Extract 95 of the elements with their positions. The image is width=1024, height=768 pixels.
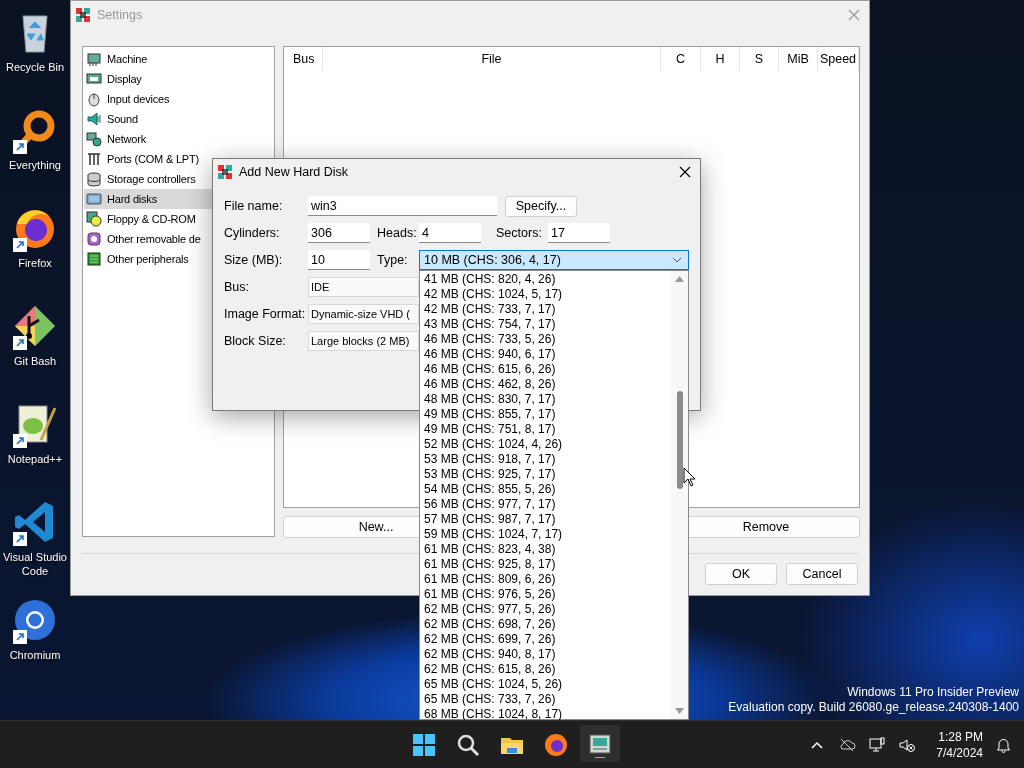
clock-time[interactable]: 1:28 PM	[938, 728, 983, 745]
dropdown-option[interactable]: 46 MB (CHS: 615, 6, 26)	[420, 362, 671, 377]
field-label: Block Size:	[224, 334, 287, 348]
app-logo-icon	[217, 164, 233, 180]
scrollbar[interactable]	[671, 271, 688, 719]
sectors-field[interactable]: 17	[548, 223, 610, 243]
category-item[interactable]: Sound	[84, 109, 273, 129]
scroll-down-icon[interactable]	[675, 708, 684, 714]
field-label: Sectors:	[496, 226, 543, 240]
dropdown-option[interactable]: 46 MB (CHS: 940, 6, 17)	[420, 347, 671, 362]
heads-field[interactable]: 4	[419, 223, 481, 243]
dropdown-option[interactable]: 62 MB (CHS: 698, 7, 26)	[420, 617, 671, 632]
column-header[interactable]: C	[661, 47, 701, 71]
dropdown-option[interactable]: 61 MB (CHS: 809, 6, 26)	[420, 572, 671, 587]
column-header[interactable]: Bus	[284, 47, 323, 71]
dialog-title: Add New Hard Disk	[239, 165, 350, 179]
close-icon[interactable]	[678, 165, 692, 179]
column-header[interactable]: H	[701, 47, 740, 71]
desktop-icon-label[interactable]: Firefox	[18, 256, 52, 270]
computer-icon[interactable]	[587, 731, 613, 758]
start-icon[interactable]	[411, 731, 437, 758]
dropdown-option[interactable]: 61 MB (CHS: 823, 4, 38)	[420, 542, 671, 557]
scroll-up-icon[interactable]	[675, 276, 684, 282]
dropdown-option[interactable]: 65 MB (CHS: 1024, 5, 26)	[420, 677, 671, 692]
scroll-thumb[interactable]	[676, 391, 683, 489]
column-header[interactable]: S	[740, 47, 779, 71]
floppy-disc-icon	[86, 211, 102, 227]
dropdown-option[interactable]: 61 MB (CHS: 925, 8, 17)	[420, 557, 671, 572]
cancel-button[interactable]: Cancel	[786, 563, 858, 585]
column-header[interactable]: Speed	[818, 47, 859, 71]
category-item[interactable]: Network	[84, 129, 273, 149]
dropdown-option[interactable]: 53 MB (CHS: 918, 7, 17)	[420, 452, 671, 467]
block-size-dropdown[interactable]: Large blocks (2 MB)	[308, 331, 419, 351]
dropdown-option[interactable]: 46 MB (CHS: 462, 8, 26)	[420, 377, 671, 392]
desktop-icon-label[interactable]: Chromium	[9, 648, 61, 662]
dropdown-option[interactable]: 43 MB (CHS: 754, 7, 17)	[420, 317, 671, 332]
circuit-board-icon	[86, 251, 102, 267]
dropdown-option[interactable]: 62 MB (CHS: 699, 7, 26)	[420, 632, 671, 647]
field-label: Cylinders:	[224, 226, 281, 240]
category-item[interactable]: Machine	[84, 49, 273, 69]
chip-icon	[86, 51, 102, 67]
column-header[interactable]: File	[323, 47, 661, 71]
desktop-icon-label[interactable]: Recycle Bin	[5, 60, 65, 74]
field-label: Bus:	[224, 280, 250, 294]
os-notice-text: Windows 11 Pro Insider Preview	[846, 685, 1019, 700]
dropdown-option[interactable]: 68 MB (CHS: 1024, 8, 17)	[420, 707, 671, 722]
field-label: Size (MB):	[224, 253, 284, 267]
dropdown-option[interactable]: 46 MB (CHS: 733, 5, 26)	[420, 332, 671, 347]
ok-button[interactable]: OK	[705, 563, 777, 585]
file-name-field[interactable]: win3	[308, 196, 497, 216]
cylinders-field[interactable]: 306	[308, 223, 370, 243]
dropdown-option[interactable]: 56 MB (CHS: 977, 7, 17)	[420, 497, 671, 512]
dropdown-option[interactable]: 61 MB (CHS: 976, 5, 26)	[420, 587, 671, 602]
bus-dropdown[interactable]: IDE	[308, 277, 419, 297]
clock-date[interactable]: 7/4/2024	[936, 744, 983, 761]
dropdown-option[interactable]: 41 MB (CHS: 820, 4, 26)	[420, 272, 671, 287]
dropdown-option[interactable]: 54 MB (CHS: 855, 5, 26)	[420, 482, 671, 497]
removable-drive-icon	[86, 231, 102, 247]
dropdown-option[interactable]: 49 MB (CHS: 855, 7, 17)	[420, 407, 671, 422]
window-title: Settings	[97, 8, 144, 22]
size-field[interactable]: 10	[308, 250, 370, 270]
app-logo-icon	[75, 7, 91, 23]
category-item[interactable]: Display	[84, 69, 273, 89]
desktop-icon-label[interactable]: Notepad++	[7, 452, 63, 466]
monitor-icon	[86, 71, 102, 87]
dropdown-option[interactable]: 49 MB (CHS: 751, 8, 17)	[420, 422, 671, 437]
type-dropdown[interactable]: 10 MB (CHS: 306, 4, 17)	[419, 250, 689, 270]
desktop-icon-label[interactable]: Git Bash	[13, 354, 57, 368]
dropdown-option[interactable]: 42 MB (CHS: 733, 7, 17)	[420, 302, 671, 317]
field-label: Type:	[377, 253, 409, 267]
desktop-icon-label[interactable]: Visual Studio Code	[1, 550, 69, 578]
mouse-icon	[86, 91, 102, 107]
speaker-icon	[86, 111, 102, 127]
specify-button[interactable]: Specify...	[505, 195, 577, 217]
chevron-down-icon	[672, 257, 682, 263]
os-notice-text: Evaluation copy. Build 26080.ge_release.240308-1400	[728, 700, 1019, 715]
dropdown-option[interactable]: 62 MB (CHS: 615, 8, 26)	[420, 662, 671, 677]
dropdown-option[interactable]: 53 MB (CHS: 925, 7, 17)	[420, 467, 671, 482]
notification-bell-icon[interactable]	[995, 736, 1012, 753]
network-icon	[86, 131, 102, 147]
dropdown-option[interactable]: 42 MB (CHS: 1024, 5, 17)	[420, 287, 671, 302]
dropdown-option[interactable]: 52 MB (CHS: 1024, 4, 26)	[420, 437, 671, 452]
column-header[interactable]: MiB	[779, 47, 818, 71]
image-format-dropdown[interactable]: Dynamic-size VHD (	[308, 304, 419, 324]
dropdown-option[interactable]: 65 MB (CHS: 733, 7, 26)	[420, 692, 671, 707]
dropdown-option[interactable]: 62 MB (CHS: 977, 5, 26)	[420, 602, 671, 617]
field-label: Image Format:	[224, 307, 307, 321]
port-icon	[86, 151, 102, 167]
dropdown-option[interactable]: 48 MB (CHS: 830, 7, 17)	[420, 392, 671, 407]
desktop-icon-label[interactable]: Everything	[9, 158, 61, 172]
dropdown-option[interactable]: 62 MB (CHS: 940, 8, 17)	[420, 647, 671, 662]
field-label: Heads:	[377, 226, 418, 240]
category-item[interactable]: Input devices	[84, 89, 273, 109]
network-icon[interactable]	[868, 735, 887, 754]
disk-stack-icon	[86, 171, 102, 187]
